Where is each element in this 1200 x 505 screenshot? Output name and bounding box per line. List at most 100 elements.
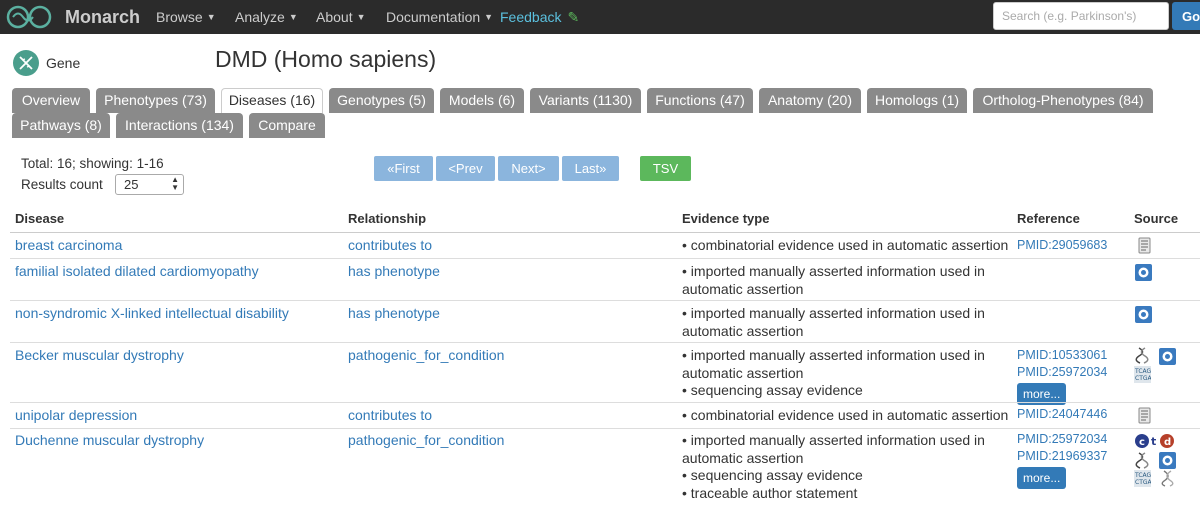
tab-anatomy[interactable]: Anatomy (20)	[759, 88, 861, 113]
results-count-value: 25	[124, 177, 139, 192]
evidence-item: • imported manually asserted information…	[682, 432, 985, 466]
evidence-item: • imported manually asserted information…	[682, 305, 985, 339]
tab-homologs[interactable]: Homologs (1)	[867, 88, 967, 113]
tab-genotypes[interactable]: Genotypes (5)	[329, 88, 434, 113]
disease-link[interactable]: breast carcinoma	[15, 237, 122, 255]
nav-documentation[interactable]: Documentation ▼	[386, 9, 493, 25]
nav-browse[interactable]: Browse ▼	[156, 9, 216, 25]
nav-about[interactable]: About ▼	[316, 9, 366, 25]
more-button[interactable]: more...	[1017, 467, 1067, 489]
nav-analyze[interactable]: Analyze ▼	[235, 9, 298, 25]
clinvar-source-icon[interactable]	[1134, 347, 1151, 364]
next-page-button[interactable]: Next>	[498, 156, 559, 181]
first-page-button[interactable]: «First	[374, 156, 433, 181]
tab-overview[interactable]: Overview	[12, 88, 90, 113]
disease-link[interactable]: Duchenne muscular dystrophy	[15, 432, 204, 450]
column-header-evidence[interactable]: Evidence type	[682, 211, 769, 226]
evidence-cell: • imported manually asserted information…	[682, 432, 1012, 502]
go-button[interactable]: Go	[1172, 2, 1200, 30]
evidence-cell: • combinatorial evidence used in automat…	[682, 407, 1012, 425]
disease-link[interactable]: familial isolated dilated cardiomyopathy	[15, 263, 259, 281]
orphanet-source-icon[interactable]	[1159, 452, 1176, 469]
tab-models[interactable]: Models (6)	[440, 88, 524, 113]
svg-text:c: c	[1139, 437, 1145, 448]
column-header-source[interactable]: Source	[1134, 211, 1178, 226]
prev-page-button[interactable]: <Prev	[436, 156, 495, 181]
tab-compare[interactable]: Compare	[249, 113, 325, 138]
pencil-icon: ✎	[567, 9, 580, 25]
nav-documentation-label: Documentation	[386, 9, 481, 25]
row-divider	[10, 402, 1200, 403]
evidence-item: • sequencing assay evidence	[682, 382, 863, 398]
nav-about-label: About	[316, 9, 353, 25]
tab-interactions[interactable]: Interactions (134)	[116, 113, 243, 138]
reference-cell: PMID:24047446	[1017, 406, 1107, 423]
row-divider	[10, 258, 1200, 259]
relationship-link[interactable]: pathogenic_for_condition	[348, 432, 504, 450]
tab-diseases[interactable]: Diseases (16)	[221, 88, 323, 113]
pmid-link[interactable]: PMID:25972034	[1017, 431, 1107, 448]
svg-text:CTGA: CTGA	[1135, 375, 1151, 382]
tab-phenotypes[interactable]: Phenotypes (73)	[96, 88, 215, 113]
clinvar-source-icon[interactable]	[1134, 452, 1151, 469]
caret-down-icon: ▼	[206, 12, 216, 22]
pmid-link[interactable]: PMID:21969337	[1017, 448, 1107, 465]
last-page-button[interactable]: Last»	[562, 156, 619, 181]
tab-variants[interactable]: Variants (1130)	[530, 88, 641, 113]
svg-text:TCAG: TCAG	[1134, 472, 1151, 479]
svg-text:t: t	[1151, 435, 1156, 448]
tab-functions[interactable]: Functions (47)	[647, 88, 753, 113]
orphanet-source-icon[interactable]	[1159, 348, 1176, 365]
column-header-relationship[interactable]: Relationship	[348, 211, 426, 226]
tsv-button[interactable]: TSV	[640, 156, 691, 181]
tab-ortholog-phenotypes[interactable]: Ortholog-Phenotypes (84)	[973, 88, 1153, 113]
monarch-logo-icon	[6, 5, 52, 29]
reference-cell: PMID:29059683	[1017, 237, 1107, 254]
orphanet-source-icon[interactable]	[1135, 264, 1152, 281]
evidence-item: • imported manually asserted information…	[682, 263, 985, 297]
column-header-reference[interactable]: Reference	[1017, 211, 1080, 226]
disease-link[interactable]: Becker muscular dystrophy	[15, 347, 184, 365]
pmid-link[interactable]: PMID:29059683	[1017, 237, 1107, 254]
nav-feedback[interactable]: Feedback ✎	[500, 9, 579, 26]
evidence-item: • imported manually asserted information…	[682, 347, 985, 381]
ctd-source-icon[interactable]: c t d	[1134, 432, 1180, 449]
document-source-icon[interactable]	[1136, 237, 1153, 254]
nav-browse-label: Browse	[156, 9, 203, 25]
select-arrows-icon: ▲ ▼	[171, 175, 179, 192]
caret-down-icon: ▼	[288, 12, 298, 22]
brand-name: Monarch	[65, 6, 141, 27]
reference-cell: PMID:25972034 PMID:21969337 more...	[1017, 431, 1107, 489]
gene-icon	[13, 50, 39, 76]
results-total: Total: 16; showing: 1-16	[21, 156, 164, 171]
table-header-divider	[10, 232, 1200, 233]
search-input[interactable]	[993, 2, 1169, 30]
column-header-disease[interactable]: Disease	[15, 211, 64, 226]
tcag-source-icon[interactable]: TCAG CTGA	[1134, 366, 1151, 383]
pmid-link[interactable]: PMID:10533061	[1017, 347, 1107, 364]
results-count-select[interactable]: 25 ▲ ▼	[115, 174, 184, 195]
pmid-link[interactable]: PMID:24047446	[1017, 406, 1107, 423]
evidence-cell: • combinatorial evidence used in automat…	[682, 237, 1012, 255]
svg-text:d: d	[1164, 437, 1171, 448]
results-count-label: Results count	[21, 177, 103, 192]
relationship-link[interactable]: has phenotype	[348, 263, 440, 281]
dna-source-icon[interactable]	[1159, 470, 1176, 487]
svg-text:TCAG: TCAG	[1134, 368, 1151, 375]
relationship-link[interactable]: pathogenic_for_condition	[348, 347, 504, 365]
row-divider	[10, 300, 1200, 301]
evidence-item: • combinatorial evidence used in automat…	[682, 407, 1009, 423]
tcag-source-icon[interactable]: TCAG CTGA	[1134, 470, 1151, 487]
evidence-cell: • imported manually asserted information…	[682, 263, 1012, 298]
pmid-link[interactable]: PMID:25972034	[1017, 364, 1107, 381]
brand[interactable]: Monarch	[4, 3, 140, 31]
document-source-icon[interactable]	[1136, 407, 1153, 424]
orphanet-source-icon[interactable]	[1135, 306, 1152, 323]
disease-link[interactable]: non-syndromic X-linked intellectual disa…	[15, 305, 289, 323]
relationship-link[interactable]: contributes to	[348, 237, 432, 255]
disease-link[interactable]: unipolar depression	[15, 407, 137, 425]
relationship-link[interactable]: has phenotype	[348, 305, 440, 323]
relationship-link[interactable]: contributes to	[348, 407, 432, 425]
category-badge: Gene	[12, 49, 80, 77]
tab-pathways[interactable]: Pathways (8)	[12, 113, 110, 138]
